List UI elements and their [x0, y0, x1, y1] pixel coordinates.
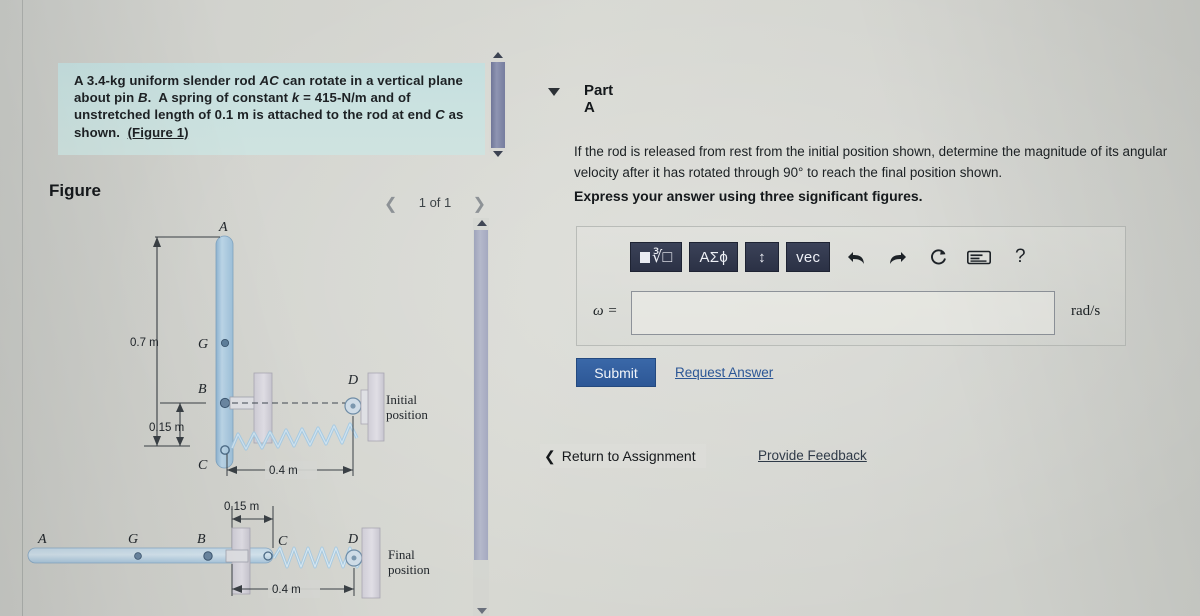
caption-initial-line2: position	[386, 407, 428, 422]
pin-D-final-center	[351, 555, 357, 561]
redo-arrow-icon	[889, 251, 906, 264]
greek-button[interactable]: ΑΣϕ	[689, 242, 739, 272]
answer-input-wrapper[interactable]	[631, 291, 1055, 335]
dim-07-arrow-top	[153, 237, 161, 247]
provide-feedback-link[interactable]: Provide Feedback	[758, 448, 867, 463]
final-position-group: 0.15 m A G B C D 0.4 m Final position	[27, 501, 430, 599]
problem-panel: A 3.4-kg uniform slender rod AC can rota…	[0, 0, 507, 616]
figure-scrollbar-thumb[interactable]	[474, 230, 488, 560]
chevron-left-icon: ❮	[544, 447, 556, 464]
help-button[interactable]: ?	[1005, 243, 1035, 271]
vector-label: vec	[796, 248, 821, 266]
question-text: If the rod is released from rest from th…	[574, 144, 1168, 180]
dim-label-0-7m: 0.7 m	[130, 337, 159, 349]
answer-row: ω = rad/s	[585, 289, 1125, 337]
template-button[interactable]: ∛□	[630, 242, 683, 272]
answer-card: ∛□ ΑΣϕ ↕ vec ? ω = rad/s	[576, 226, 1126, 346]
problem-statement-box: A 3.4-kg uniform slender rod AC can rota…	[58, 63, 485, 155]
initial-position-group: A 0.7 m G B 0.15 m C D 0.4 m Initial pos…	[130, 220, 428, 479]
return-to-assignment-link[interactable]: ❮ Return to Assignment	[540, 444, 706, 468]
keyboard-button[interactable]	[964, 243, 994, 271]
figure-pager: ❮ 1 of 1 ❯	[380, 194, 490, 214]
figure-next-icon[interactable]: ❯	[473, 194, 486, 214]
bracket-B-final	[225, 549, 249, 563]
greek-symbols-label: ΑΣϕ	[699, 248, 729, 266]
dim-015-final-arrow-right	[264, 515, 273, 523]
redo-button[interactable]	[882, 243, 912, 271]
label-C-initial: C	[198, 458, 208, 473]
label-A-final: A	[37, 532, 47, 547]
updown-arrows-icon: ↕	[758, 248, 766, 266]
reset-button[interactable]	[923, 243, 953, 271]
label-B-final: B	[197, 532, 206, 547]
dim-04-arrow-right	[343, 466, 353, 474]
reset-circle-icon	[930, 248, 946, 264]
point-G-final	[134, 552, 142, 560]
request-answer-link[interactable]: Request Answer	[675, 365, 773, 380]
math-toolbar: ∛□ ΑΣϕ ↕ vec ?	[630, 241, 1035, 273]
label-A-initial: A	[218, 220, 228, 235]
dim-label-0-4m-initial: 0.4 m	[269, 465, 298, 477]
dim-label-0-15m-initial: 0.15 m	[149, 422, 184, 434]
updown-button[interactable]: ↕	[745, 242, 780, 272]
question-mark-icon: ?	[1015, 246, 1026, 267]
label-D-final: D	[347, 532, 358, 547]
nth-root-icon: ∛□	[652, 249, 673, 266]
screenshot-page: A 3.4-kg uniform slender rod AC can rota…	[0, 0, 1200, 616]
vector-button[interactable]: vec	[786, 242, 831, 272]
dim-label-0-4m-final: 0.4 m	[272, 584, 301, 596]
pin-D-initial-center	[350, 403, 356, 409]
label-G-initial: G	[198, 337, 208, 352]
figure-heading: Figure	[49, 181, 101, 200]
label-B-initial: B	[198, 382, 207, 397]
wall-D-initial	[367, 372, 385, 442]
figure-scroll-down-icon[interactable]	[477, 608, 487, 614]
square-glyph-icon	[640, 251, 650, 263]
answer-input[interactable]	[632, 292, 1054, 334]
figure-diagram: A 0.7 m G B 0.15 m C D 0.4 m Initial pos…	[20, 218, 470, 616]
label-D-initial: D	[347, 373, 358, 388]
figure-1-link[interactable]: (Figure 1)	[128, 125, 189, 140]
answer-unit: rad/s	[1071, 303, 1101, 319]
caret-down-icon[interactable]	[548, 88, 560, 96]
dim-015-arrow-top	[176, 403, 184, 412]
undo-arrow-icon	[847, 251, 864, 264]
point-G-initial	[220, 338, 230, 348]
submit-button[interactable]: Submit	[576, 358, 656, 387]
express-instruction: Express your answer using three signific…	[574, 188, 923, 204]
wall-D-final	[361, 527, 381, 599]
return-to-assignment-label: Return to Assignment	[561, 448, 696, 464]
keyboard-icon	[967, 250, 992, 264]
caption-initial-line1: Initial	[386, 392, 417, 407]
caption-final-line1: Final	[388, 547, 415, 562]
rod-initial	[215, 235, 234, 469]
pin-B-initial	[219, 397, 231, 409]
omega-label: ω =	[593, 303, 618, 319]
pin-B-final	[203, 551, 213, 561]
dim-04-final-arrow-right	[344, 585, 354, 593]
dim-07-arrow-bottom	[153, 436, 161, 446]
figure-scroll-up-icon[interactable]	[477, 220, 487, 226]
dim-label-0-15m-final: 0.15 m	[224, 501, 259, 513]
dim-015-arrow-bottom	[176, 437, 184, 446]
part-a-label: Part A	[584, 82, 614, 116]
figure-scrollbar[interactable]	[473, 218, 489, 616]
dim-015-final-arrow-left	[232, 515, 241, 523]
mechanics-diagram-svg: A 0.7 m G B 0.15 m C D 0.4 m Initial pos…	[27, 220, 430, 599]
problem-statement-text: A 3.4-kg uniform slender rod AC can rota…	[74, 73, 464, 140]
caption-final-line2: position	[388, 562, 430, 577]
label-G-final: G	[128, 532, 138, 547]
undo-button[interactable]	[841, 243, 871, 271]
answer-panel: Part A If the rod is released from rest …	[500, 0, 1200, 616]
